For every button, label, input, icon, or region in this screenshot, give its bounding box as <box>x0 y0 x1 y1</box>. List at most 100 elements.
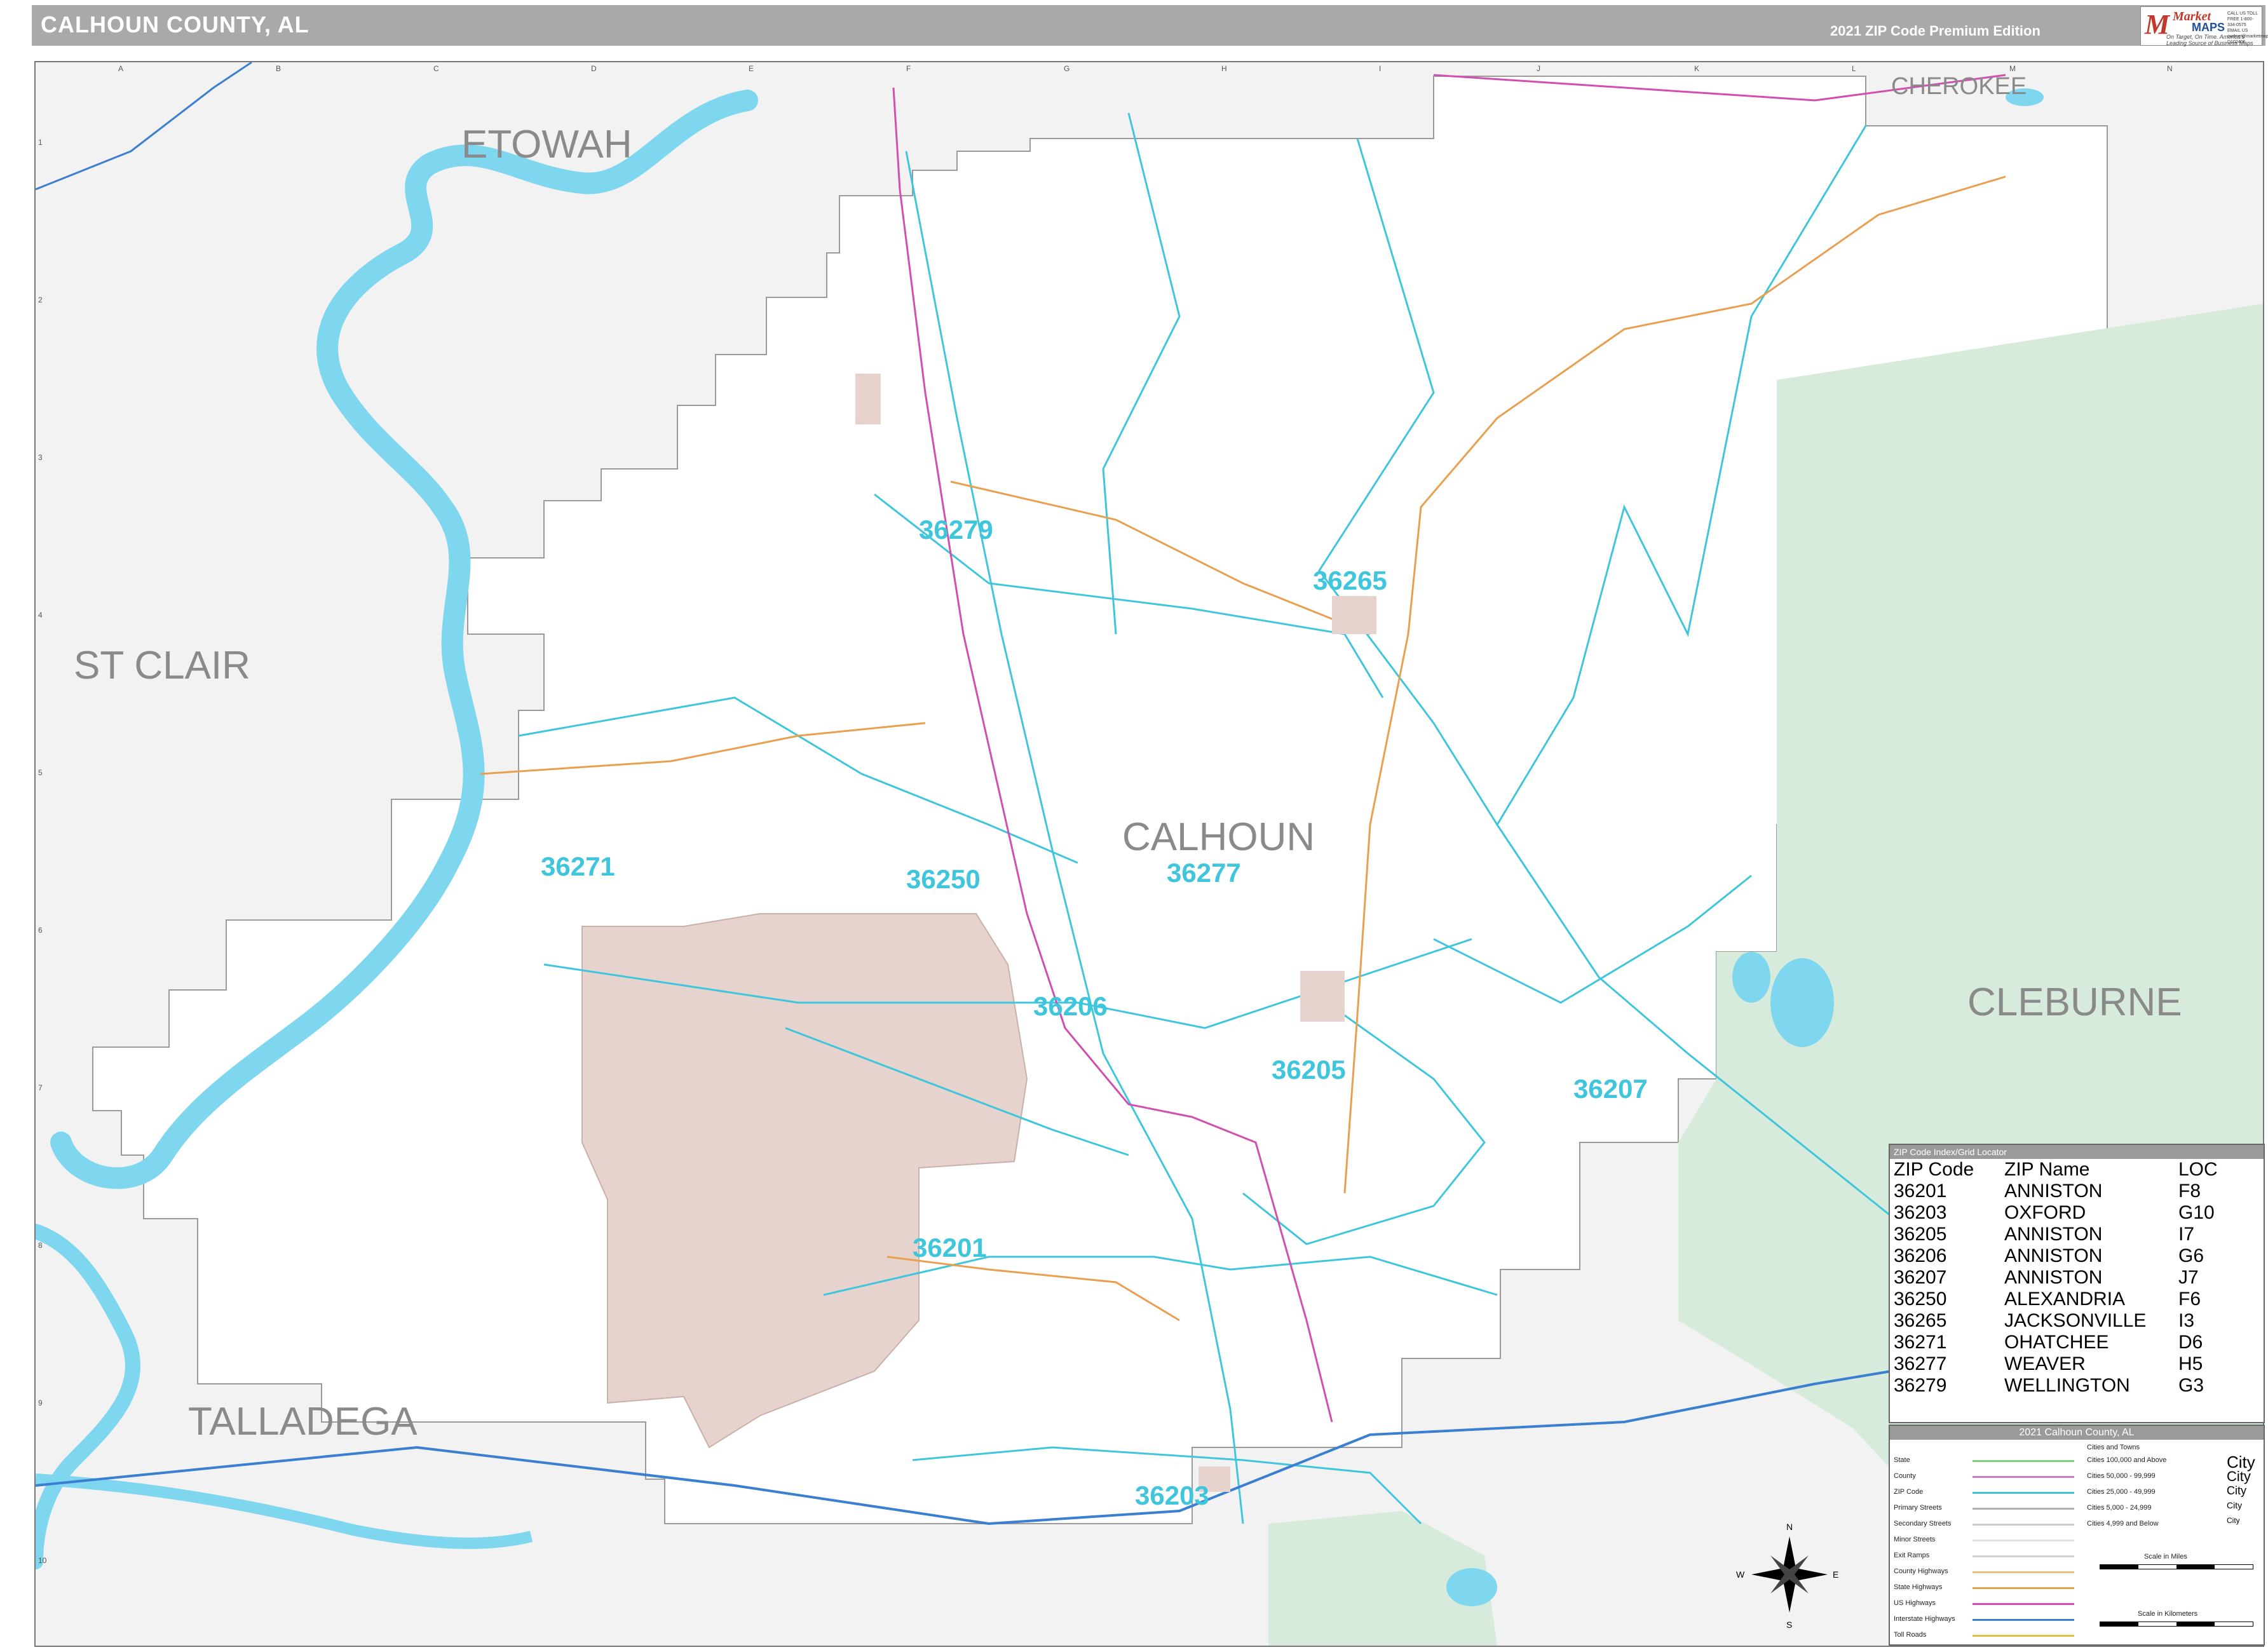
grid-letter: H <box>1221 64 1227 73</box>
zip-loc-cell: H5 <box>2178 1353 2203 1374</box>
zip-index-row: 36277 WEAVER H5 <box>1894 1353 2220 1375</box>
legend-item-swatch <box>1973 1587 2074 1589</box>
legend-cities-title: Cities and Towns <box>2087 1444 2140 1451</box>
legend-item-swatch <box>1973 1524 2074 1526</box>
grid-number: 6 <box>38 926 43 935</box>
legend-scale-bar-km <box>2100 1622 2253 1627</box>
zip-label-36271: 36271 <box>541 851 615 881</box>
legend-item-swatch <box>1973 1619 2074 1621</box>
grid-number: 5 <box>38 768 43 777</box>
legend-item-label: Minor Streets <box>1894 1536 1936 1543</box>
legend-city-size-sample: City <box>2227 1500 2243 1510</box>
legend-item-swatch <box>1973 1492 2074 1494</box>
zip-name-cell: OXFORD <box>2004 1202 2086 1223</box>
grid-number: 1 <box>38 138 43 147</box>
legend-city-size-label: Cities 100,000 and Above <box>2087 1456 2167 1464</box>
legend-title: 2021 Calhoun County, AL <box>1890 1426 2264 1440</box>
county-label-st-clair: ST CLAIR <box>74 644 250 687</box>
grid-number: 9 <box>38 1398 43 1407</box>
zip-index-title: ZIP Code Index/Grid Locator <box>1890 1145 2264 1159</box>
zip-label-36277: 36277 <box>1167 858 1241 888</box>
zip-label-36205: 36205 <box>1272 1055 1346 1085</box>
zip-index-header-row: ZIP Code ZIP Name LOC <box>1894 1159 2220 1181</box>
zip-index-row: 36207 ANNISTON J7 <box>1894 1267 2220 1289</box>
legend-city-size-label: Cities 25,000 - 49,999 <box>2087 1488 2156 1496</box>
map-title: CALHOUN COUNTY, AL <box>41 11 309 37</box>
zip-name-cell: OHATCHEE <box>2004 1332 2109 1353</box>
zip-name-cell: ANNISTON <box>2004 1181 2103 1202</box>
legend-item-label: State <box>1894 1456 1910 1464</box>
map-edition: 2021 ZIP Code Premium Edition <box>1830 23 2041 39</box>
zip-index-header: ZIP Name <box>2004 1159 2090 1180</box>
legend-scale-bar-miles <box>2100 1564 2253 1569</box>
legend-item-label: Interstate Highways <box>1894 1615 1955 1623</box>
zip-index-row: 36279 WELLINGTON G3 <box>1894 1375 2220 1397</box>
legend-item-swatch <box>1973 1603 2074 1605</box>
zip-index-header: ZIP Code <box>1894 1159 1974 1180</box>
zip-code-cell: 36265 <box>1894 1310 1947 1331</box>
grid-letter: G <box>1064 64 1069 73</box>
zip-loc-cell: J7 <box>2178 1267 2199 1288</box>
legend-item-label: County <box>1894 1472 1916 1480</box>
zip-code-cell: 36207 <box>1894 1267 1947 1288</box>
zip-code-cell: 36201 <box>1894 1181 1947 1202</box>
zip-loc-cell: F6 <box>2178 1289 2201 1310</box>
legend-item-swatch <box>1973 1476 2074 1478</box>
zip-loc-cell: F8 <box>2178 1181 2201 1202</box>
compass-w: W <box>1736 1569 1745 1580</box>
legend-item-swatch <box>1973 1460 2074 1462</box>
grid-letter: M <box>2009 64 2016 73</box>
zip-name-cell: JACKSONVILLE <box>2004 1310 2147 1331</box>
legend-item-label: ZIP Code <box>1894 1488 1924 1496</box>
zip-code-cell: 36277 <box>1894 1353 1947 1374</box>
grid-letter: L <box>1852 64 1856 73</box>
legend-city-size-label: Cities 4,999 and Below <box>2087 1520 2159 1527</box>
county-label-etowah: ETOWAH <box>461 123 632 166</box>
legend-item-label: Primary Streets <box>1894 1504 1942 1512</box>
zip-code-cell: 36205 <box>1894 1224 1947 1245</box>
zip-index-row: 36205 ANNISTON I7 <box>1894 1224 2220 1245</box>
zip-index-row: 36206 ANNISTON G6 <box>1894 1245 2220 1267</box>
zip-index-row: 36203 OXFORD G10 <box>1894 1202 2220 1224</box>
zip-loc-cell: G3 <box>2178 1375 2204 1396</box>
zip-index-row: 36201 ANNISTON F8 <box>1894 1181 2220 1202</box>
zip-loc-cell: G6 <box>2178 1245 2204 1266</box>
legend-scale-km: Scale in Kilometers <box>2138 1610 2198 1618</box>
grid-number: 4 <box>38 611 43 620</box>
grid-number: 7 <box>38 1083 43 1092</box>
zip-label-36250: 36250 <box>906 864 981 894</box>
zip-label-36203: 36203 <box>1135 1480 1209 1510</box>
lake <box>1446 1568 1497 1606</box>
grid-number: 2 <box>38 295 43 304</box>
legend-item-label: Toll Roads <box>1894 1631 1927 1639</box>
legend-item-swatch <box>1973 1540 2074 1541</box>
legend-item-label: Secondary Streets <box>1894 1520 1952 1527</box>
county-label-cherokee: CHEROKEE <box>1891 73 2027 100</box>
legend-city-size-sample: City <box>2227 1468 2251 1484</box>
market-maps-logo: M Market MAPS On Target, On Time. Americ… <box>2140 6 2268 46</box>
county-label-cleburne: CLEBURNE <box>1967 980 2182 1024</box>
grid-letter: I <box>1379 64 1381 73</box>
compass-e: E <box>1833 1569 1838 1580</box>
grid-letter: D <box>591 64 597 73</box>
logo-contact: CALL US TOLL FREE 1-800-334-0575 EMAIL U… <box>2227 11 2268 44</box>
grid-letter: A <box>118 64 123 73</box>
compass-n: N <box>1786 1522 1793 1532</box>
zip-name-cell: WEAVER <box>2004 1353 2086 1374</box>
zip-code-cell: 36279 <box>1894 1375 1947 1396</box>
grid-letter: C <box>433 64 439 73</box>
jacksonville-city-area <box>1332 596 1376 634</box>
grid-letter: F <box>906 64 911 73</box>
grid-letter: N <box>2167 64 2173 73</box>
zip-code-cell: 36203 <box>1894 1202 1947 1223</box>
zip-code-cell: 36271 <box>1894 1332 1947 1353</box>
legend-item-swatch <box>1973 1508 2074 1510</box>
zip-index-row: 36265 JACKSONVILLE I3 <box>1894 1310 2220 1332</box>
zip-label-36201: 36201 <box>913 1233 987 1263</box>
lake <box>1770 958 1834 1047</box>
legend-city-size-label: Cities 5,000 - 24,999 <box>2087 1504 2152 1512</box>
legend-city-size-sample: City <box>2227 1484 2246 1497</box>
legend-item-label: US Highways <box>1894 1599 1936 1607</box>
county-label-calhoun: CALHOUN <box>1122 815 1315 859</box>
grid-letter: J <box>1537 64 1540 73</box>
